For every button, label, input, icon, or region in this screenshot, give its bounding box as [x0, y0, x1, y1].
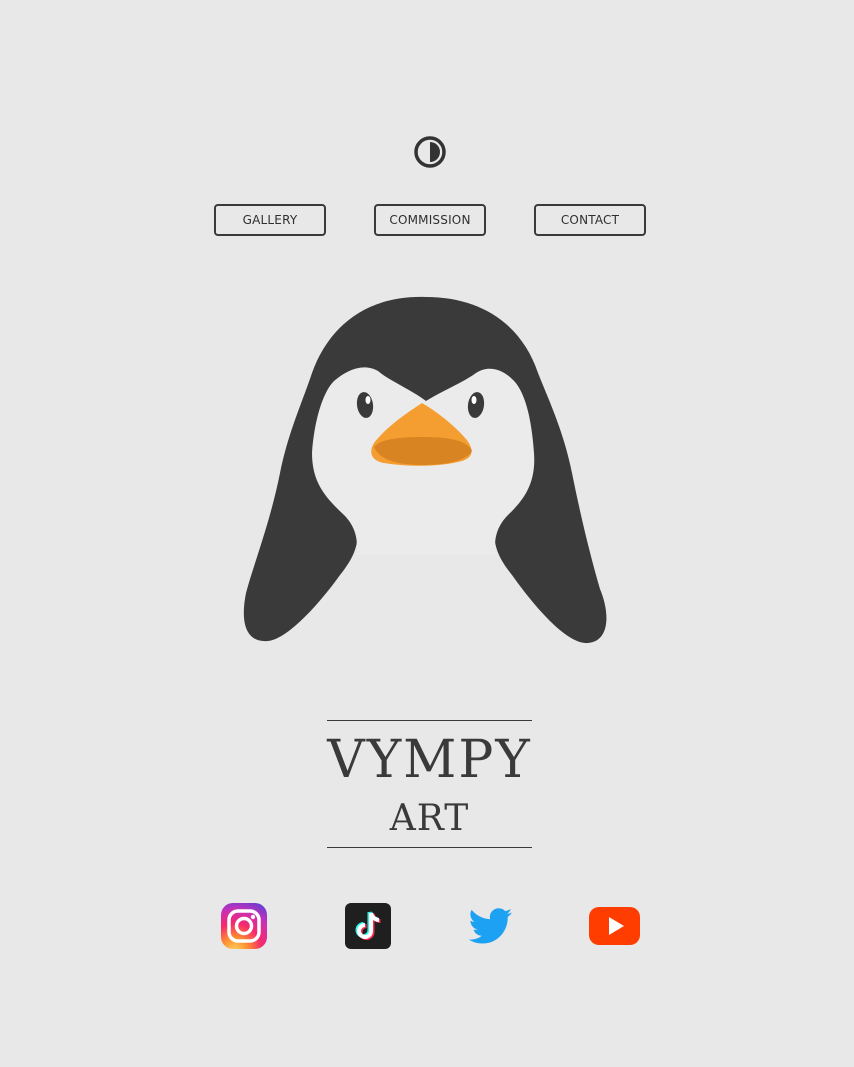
twitter-icon[interactable]: [466, 902, 514, 950]
logo-title: VYMPY: [327, 730, 532, 790]
page: GALLERY COMMISSION CONTACT VYMPY ART: [0, 0, 854, 1067]
site-logo: VYMPY ART: [327, 720, 532, 848]
main-nav: GALLERY COMMISSION CONTACT: [0, 204, 854, 236]
contrast-icon[interactable]: [413, 135, 447, 169]
logo-subtitle: ART: [389, 798, 470, 839]
instagram-icon[interactable]: [220, 902, 268, 950]
commission-button[interactable]: COMMISSION: [374, 204, 486, 236]
gallery-button[interactable]: GALLERY: [214, 204, 326, 236]
youtube-icon[interactable]: [588, 905, 641, 947]
penguin-illustration: [240, 293, 612, 649]
tiktok-icon[interactable]: [344, 902, 392, 950]
contact-button[interactable]: CONTACT: [534, 204, 646, 236]
